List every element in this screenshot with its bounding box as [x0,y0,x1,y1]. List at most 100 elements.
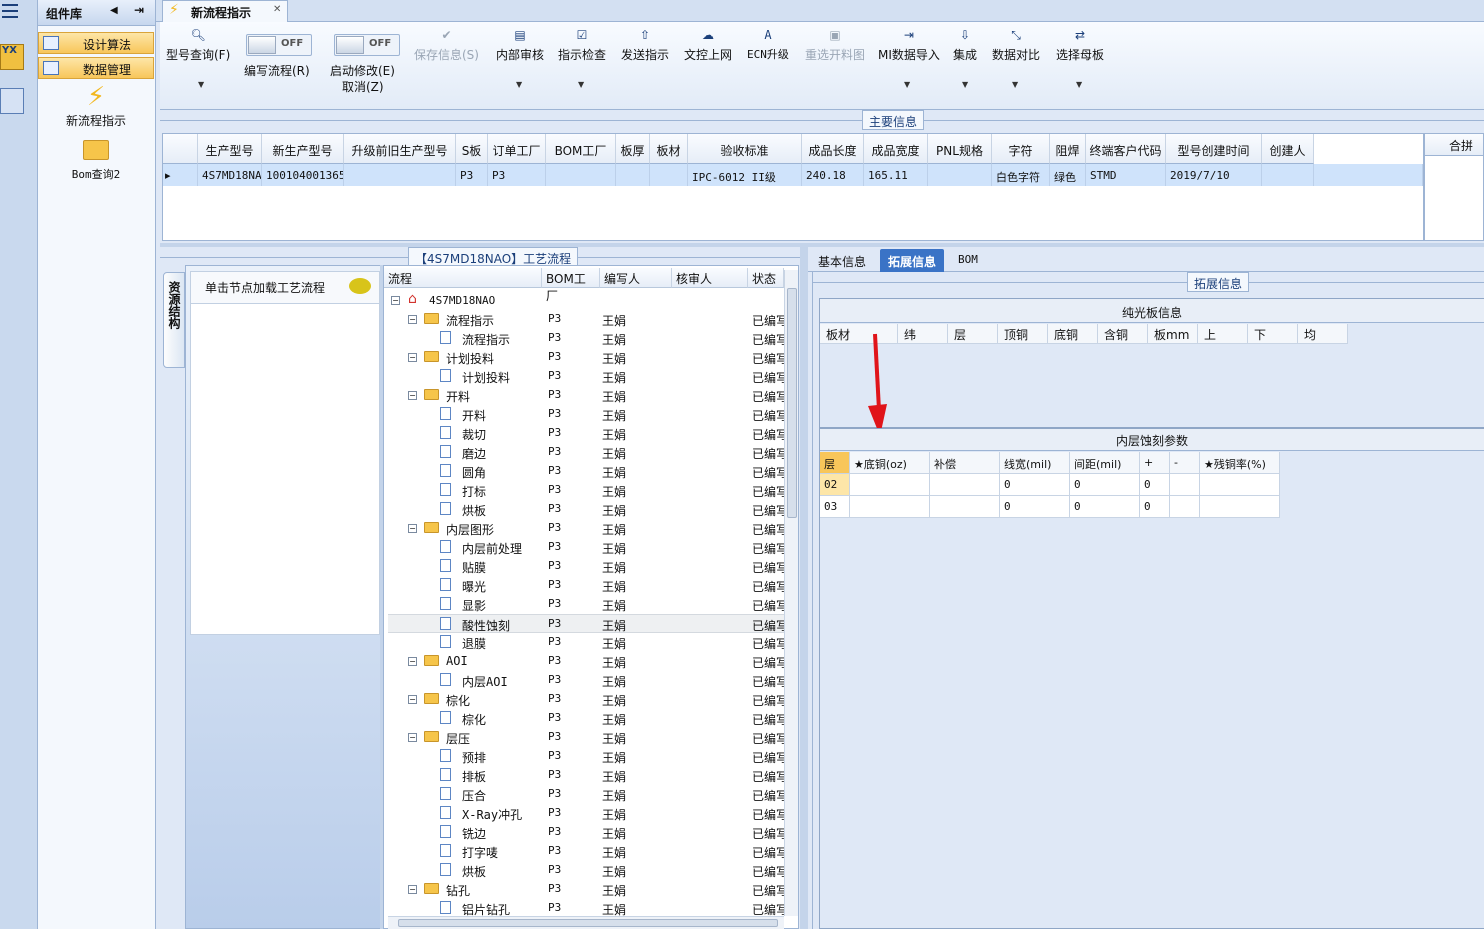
grid-cell[interactable]: 165.11 [864,164,928,186]
tab-resource-structure[interactable]: 资源结构 [163,272,185,368]
tree-row[interactable]: 打字唛 P3 王娟 已编写 [388,842,798,861]
column-header[interactable]: 板材 [650,134,688,164]
tab-basic-info[interactable]: 基本信息 [810,249,874,272]
tree-row[interactable]: 铣边 P3 王娟 已编写 [388,823,798,842]
tree-column-header[interactable]: BOM工厂 [542,268,600,303]
tree-row[interactable]: − 计划投料 P3 王娟 已编写 [388,348,798,367]
tree-row[interactable]: 烘板 P3 王娟 已编写 [388,861,798,880]
grid-cell[interactable]: IPC-6012 II级 [688,164,802,186]
grid-cell[interactable]: 240.18 [802,164,864,186]
column-header[interactable]: 验收标准 [688,134,802,164]
cancel-label[interactable]: 取消(Z) [342,78,384,95]
etch-cell[interactable]: 0 [1070,496,1140,518]
column-header[interactable]: 新生产型号 [262,134,344,164]
horizontal-splitter[interactable] [160,243,1484,247]
etch-column-header[interactable]: - [1170,452,1200,474]
module-icon[interactable] [0,88,24,114]
tab-extended-info[interactable]: 拓展信息 [880,249,945,272]
column-header[interactable]: 阻焊 [1050,134,1086,164]
tree-row[interactable]: 圆角 P3 王娟 已编写 [388,462,798,481]
etch-cell[interactable] [850,474,930,496]
layer-cell[interactable]: 03 [820,496,850,518]
send-instruction-button[interactable]: ⇧ 发送指示 [621,28,669,63]
etch-cell[interactable] [930,496,1000,518]
tree-row[interactable]: 计划投料 P3 王娟 已编写 [388,367,798,386]
tree-row[interactable]: 退膜 P3 王娟 已编写 [388,633,798,652]
bare-board-column-header[interactable]: 板mm [1148,324,1198,344]
collapse-icon[interactable]: − [408,695,417,704]
etch-cell[interactable]: 0 [1000,496,1070,518]
column-header[interactable]: BOM工厂 [546,134,616,164]
column-header[interactable]: 创建人 [1262,134,1314,164]
column-header[interactable]: 成品宽度 [864,134,928,164]
grid-cell[interactable]: 白色字符 [992,164,1050,186]
collapse-icon[interactable]: − [408,657,417,666]
grid-cell[interactable] [928,164,992,186]
collapse-icon[interactable]: − [408,391,417,400]
grid-cell[interactable]: 10010400136501 [262,164,344,186]
tree-row[interactable]: 开料 P3 王娟 已编写 [388,405,798,424]
menu-icon[interactable] [2,4,18,18]
close-icon[interactable]: ✕ [273,4,281,15]
column-header[interactable]: 板厚 [616,134,650,164]
column-header[interactable]: PNL规格 [928,134,992,164]
etch-cell[interactable] [1170,496,1200,518]
tree-column-header[interactable]: 状态 [748,268,784,288]
tree-vscrollbar[interactable] [784,270,798,916]
collapse-icon[interactable]: − [408,353,417,362]
doc-control-upload-button[interactable]: ☁ 文控上网 [684,28,732,63]
etch-cell[interactable] [850,496,930,518]
tree-row[interactable]: − 钻孔 P3 王娟 已编写 [388,880,798,899]
etch-cell[interactable] [1200,474,1280,496]
dropdown-caret-icon[interactable]: ▼ [962,80,968,89]
tree-row[interactable]: X-Ray冲孔 P3 王娟 已编写 [388,804,798,823]
collapse-icon[interactable]: − [408,524,417,533]
instruction-check-button[interactable]: ☑ 指示检查 [558,28,606,63]
tab-new-process[interactable]: ⚡ 新流程指示 ✕ [162,0,288,22]
tree-row[interactable]: − 棕化 P3 王娟 已编写 [388,690,798,709]
factory-icon[interactable]: YX [0,44,24,70]
tree-row[interactable]: 贴膜 P3 王娟 已编写 [388,557,798,576]
grid-cell[interactable] [1262,164,1314,186]
bare-board-column-header[interactable]: 下 [1248,324,1298,344]
etch-cell[interactable]: 0 [1140,496,1170,518]
etch-column-header[interactable]: ★底铜(oz) [850,452,930,474]
dropdown-caret-icon[interactable]: ▼ [516,80,522,89]
tree-column-header[interactable]: 核审人 [672,268,748,288]
column-header[interactable]: 终端客户代码 [1086,134,1166,164]
bare-board-column-header[interactable]: 顶铜 [998,324,1048,344]
column-header[interactable]: 型号创建时间 [1166,134,1262,164]
bare-board-column-header[interactable]: 纬 [898,324,948,344]
tree-row[interactable]: 打标 P3 王娟 已编写 [388,481,798,500]
save-info-button[interactable]: ✔ 保存信息(S) [414,28,479,63]
tree-row[interactable]: 预排 P3 王娟 已编写 [388,747,798,766]
model-query-button[interactable]: 🔍︎ 型号查询(F) [166,28,230,63]
tree-row[interactable]: 裁切 P3 王娟 已编写 [388,424,798,443]
dropdown-caret-icon[interactable]: ▼ [1012,80,1018,89]
integrate-button[interactable]: ⇩ 集成 [953,28,977,63]
tree-column-header[interactable]: 编写人 [600,268,672,288]
tree-column-header[interactable]: 流程 [384,268,542,288]
write-process-toggle[interactable]: OFF [246,34,312,56]
column-header[interactable]: 成品长度 [802,134,864,164]
grid-cell[interactable]: STMD [1086,164,1166,186]
bare-board-column-header[interactable]: 底铜 [1048,324,1098,344]
column-header[interactable]: 字符 [992,134,1050,164]
etch-column-header[interactable]: 线宽(mil) [1000,452,1070,474]
etch-column-header[interactable]: 补偿 [930,452,1000,474]
collapse-icon[interactable]: − [408,315,417,324]
tree-row[interactable]: 磨边 P3 王娟 已编写 [388,443,798,462]
grid-cell[interactable] [650,164,688,186]
bare-board-column-header[interactable]: 均 [1298,324,1348,344]
column-header[interactable]: S板 [456,134,488,164]
node-list[interactable]: 单击节点加载工艺流程 [190,271,380,635]
tab-bom[interactable]: BOM [950,249,986,272]
pin-icon[interactable]: ⇥ [134,3,144,17]
grid-cell[interactable] [616,164,650,186]
grid-cell[interactable]: 绿色 [1050,164,1086,186]
tree-row[interactable]: − 层压 P3 王娟 已编写 [388,728,798,747]
etch-cell[interactable]: 0 [1000,474,1070,496]
collapse-icon[interactable]: − [391,296,400,305]
tree-row[interactable]: 排板 P3 王娟 已编写 [388,766,798,785]
tree-row[interactable]: − 内层图形 P3 王娟 已编写 [388,519,798,538]
